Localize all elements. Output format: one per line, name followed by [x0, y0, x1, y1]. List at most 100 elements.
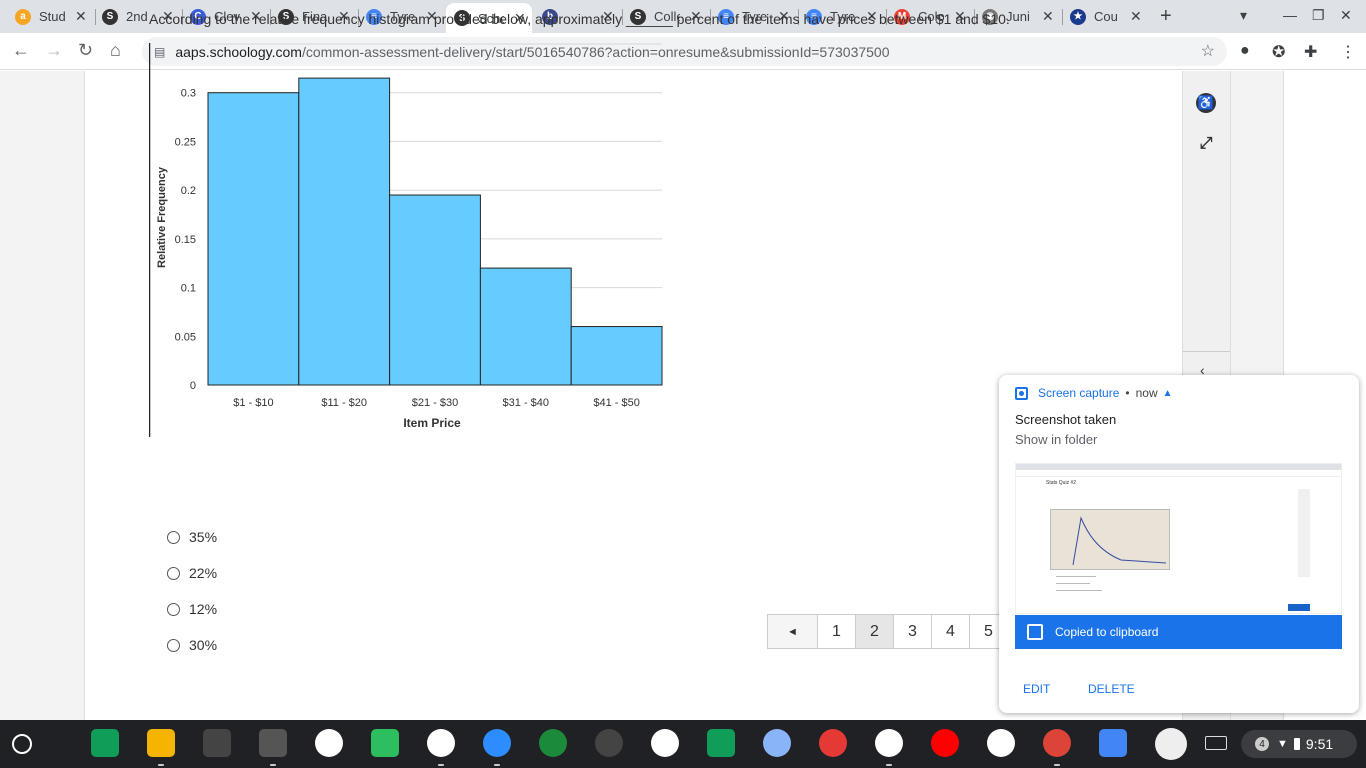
- radio-button[interactable]: [167, 638, 180, 652]
- calculator-app-icon[interactable]: [203, 729, 231, 757]
- thumb-rail: [1298, 489, 1310, 577]
- running-indicator: [438, 764, 444, 766]
- edit-button[interactable]: EDIT: [1023, 682, 1050, 696]
- show-in-folder-link[interactable]: Show in folder: [1015, 432, 1097, 447]
- x-tick-label: $41 - $50: [593, 397, 639, 409]
- close-window-button[interactable]: ✕: [1340, 7, 1352, 24]
- page-number-button[interactable]: 1: [817, 614, 855, 649]
- delete-button[interactable]: DELETE: [1088, 682, 1135, 696]
- restore-button[interactable]: ❐: [1312, 7, 1325, 24]
- prev-page-button[interactable]: ◄: [767, 614, 817, 649]
- page-number-button[interactable]: 4: [931, 614, 969, 649]
- tab-search-icon[interactable]: ▾: [1240, 7, 1247, 24]
- tab-title: Cou: [1094, 9, 1118, 24]
- battery-icon: [1293, 738, 1300, 750]
- gmail-app-icon[interactable]: [875, 729, 903, 757]
- keyboard-icon[interactable]: [1205, 736, 1227, 750]
- reload-icon[interactable]: ↻: [78, 40, 93, 61]
- x-tick-label: $11 - $20: [321, 397, 367, 409]
- screenshot-thumbnail[interactable]: Stats Quiz #2: [1015, 463, 1342, 614]
- app-icon[interactable]: [819, 729, 847, 757]
- accessibility-icon[interactable]: ♿: [1196, 93, 1216, 113]
- home-icon[interactable]: ⌂: [110, 40, 121, 61]
- bookmark-star-icon[interactable]: ☆: [1201, 41, 1215, 61]
- answer-option[interactable]: 12%: [167, 601, 217, 617]
- x-tick-label: $31 - $40: [503, 397, 549, 409]
- sheets-app-icon[interactable]: [707, 729, 735, 757]
- zoom-app-icon[interactable]: [483, 729, 511, 757]
- app-icon[interactable]: [539, 729, 567, 757]
- y-tick-label: 0.15: [175, 234, 196, 246]
- notification-source: Screen capture: [1038, 386, 1120, 400]
- radio-button[interactable]: [167, 566, 180, 580]
- rail-divider: [1183, 351, 1230, 352]
- fullscreen-icon[interactable]: ⤢: [1196, 134, 1216, 154]
- youtube-app-icon[interactable]: [931, 729, 959, 757]
- status-tray[interactable]: 4 ▼ 9:51: [1241, 730, 1357, 758]
- radio-button[interactable]: [167, 530, 180, 544]
- thumb-chart: [1050, 509, 1170, 570]
- histogram-svg: 0 0.05 0.1 0.15 0.2 0.25 0.3 $1 - $10 $11 - $20 $…: [149, 43, 663, 437]
- answer-label: 12%: [189, 601, 218, 617]
- page-number-button[interactable]: 3: [893, 614, 931, 649]
- evernote-app-icon[interactable]: [371, 729, 399, 757]
- app-icon[interactable]: [651, 729, 679, 757]
- drive-app-icon[interactable]: [427, 729, 455, 757]
- thumb-option: [1056, 583, 1090, 584]
- thumb-option: [1056, 590, 1102, 591]
- tab-close-icon[interactable]: ✕: [1130, 8, 1142, 25]
- answer-label: 22%: [189, 565, 218, 581]
- tab-title: Juni: [1006, 9, 1030, 24]
- tab-close-icon[interactable]: ✕: [1042, 8, 1054, 25]
- running-indicator: [270, 764, 276, 766]
- radio-button[interactable]: [167, 602, 180, 616]
- sheets-app-icon[interactable]: [91, 729, 119, 757]
- answer-option[interactable]: 22%: [167, 565, 217, 581]
- extension-icon[interactable]: ✪: [1272, 42, 1285, 62]
- camera-app-icon[interactable]: [315, 729, 343, 757]
- docs-app-icon[interactable]: [1099, 729, 1127, 757]
- holding-space-icon[interactable]: [1155, 728, 1187, 760]
- back-icon[interactable]: ←: [12, 40, 30, 61]
- app-icon[interactable]: [763, 729, 791, 757]
- thumb-curve-svg: [1072, 516, 1167, 566]
- answer-option[interactable]: 30%: [167, 637, 217, 653]
- e-app-icon[interactable]: [259, 729, 287, 757]
- menu-kebab-icon[interactable]: ⋮: [1340, 42, 1356, 62]
- minimize-button[interactable]: —: [1283, 7, 1297, 23]
- y-tick-label: 0.2: [181, 185, 196, 197]
- notification-title: Screenshot taken: [1015, 412, 1117, 427]
- extension-icon[interactable]: ●: [1240, 42, 1250, 60]
- new-tab-button[interactable]: +: [1160, 5, 1172, 28]
- running-indicator: [158, 764, 164, 766]
- histogram-bar: [298, 77, 391, 386]
- browser-tab[interactable]: ★ Cou ✕: [1062, 3, 1148, 30]
- answer-option[interactable]: 35%: [167, 529, 217, 545]
- separator-dot: •: [1125, 386, 1130, 400]
- histogram-bar: [479, 267, 572, 386]
- histogram-bar: [207, 92, 300, 386]
- x-tick-label: $21 - $30: [412, 397, 458, 409]
- puzzle-icon[interactable]: ✚: [1304, 42, 1317, 62]
- keep-app-icon[interactable]: [147, 729, 175, 757]
- notification-count-badge: 4: [1255, 737, 1269, 751]
- tab-favicon-icon: ★: [1070, 8, 1086, 25]
- notification-header[interactable]: Screen capture • now ▲: [1015, 386, 1173, 400]
- chrome-app-icon[interactable]: [1043, 729, 1071, 757]
- answer-label: 30%: [189, 637, 218, 653]
- play-store-icon[interactable]: [987, 729, 1015, 757]
- thumb-option: [1056, 576, 1096, 577]
- app-icon[interactable]: [595, 729, 623, 757]
- screen-capture-icon: [1015, 386, 1028, 400]
- forward-icon[interactable]: →: [45, 40, 63, 61]
- system-shelf: 4 ▼ 9:51: [0, 720, 1366, 768]
- wifi-icon: ▼: [1277, 738, 1288, 750]
- page-number-button[interactable]: 2: [855, 614, 893, 649]
- browser-tab[interactable]: a Stud ✕: [7, 3, 93, 30]
- chevron-up-icon[interactable]: ▲: [1163, 388, 1173, 399]
- launcher-icon[interactable]: [12, 734, 32, 754]
- histogram-bar: [389, 194, 481, 386]
- clipboard-text: Copied to clipboard: [1055, 625, 1159, 639]
- question-pager: ◄ 12345: [767, 614, 1007, 649]
- tab-close-icon[interactable]: ✕: [75, 8, 87, 25]
